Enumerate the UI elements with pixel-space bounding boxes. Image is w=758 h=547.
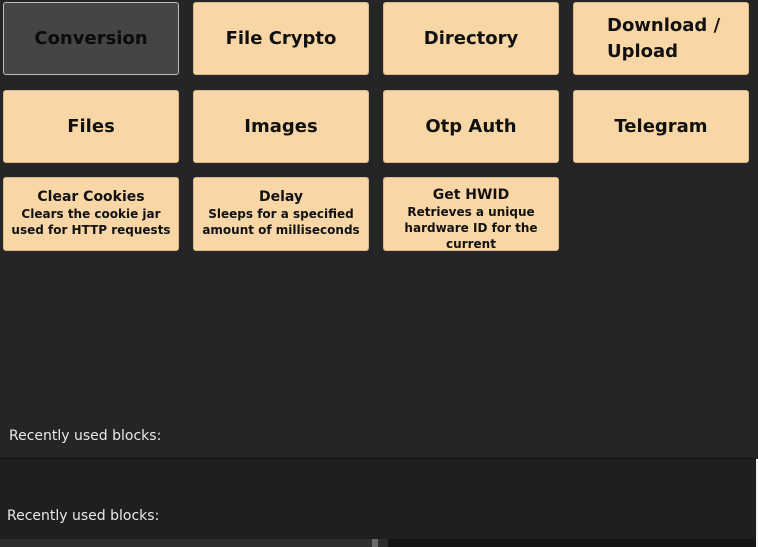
block-selector-window: Conversion File Crypto Directory Downloa… [0,0,758,547]
block-get-hwid[interactable]: Get HWID Retrieves a unique hardware ID … [383,177,559,251]
recently-used-panel [0,459,756,539]
block-clear-cookies[interactable]: Clear Cookies Clears the cookie jar used… [3,177,179,251]
block-description: Retrieves a unique hardware ID for the c… [404,205,538,251]
category-label: Telegram [614,115,708,137]
block-title: Get HWID [432,187,510,203]
category-file-crypto-button[interactable]: File Crypto [193,2,369,75]
category-label: Images [244,115,318,137]
category-files-button[interactable]: Files [3,90,179,163]
category-download-upload-button[interactable]: Download / Upload [573,2,749,75]
category-label: Download / Upload [607,14,721,62]
category-directory-button[interactable]: Directory [383,2,559,75]
recently-used-label: Recently used blocks: [7,508,160,524]
block-title: Clear Cookies [37,189,145,205]
bottom-scroll-track-left [0,539,372,547]
category-label: Files [67,115,115,137]
block-description: Clears the cookie jar used for HTTP requ… [11,207,171,237]
bottom-scroll-track-right [388,539,756,547]
block-delay[interactable]: Delay Sleeps for a specified amount of m… [193,177,369,251]
category-otp-auth-button[interactable]: Otp Auth [383,90,559,163]
recently-used-label: Recently used blocks: [9,428,162,444]
block-title: Delay [258,189,304,205]
category-images-button[interactable]: Images [193,90,369,163]
block-description: Sleeps for a specified amount of millise… [202,207,360,237]
category-label: Conversion [34,27,148,49]
category-label: Otp Auth [425,115,517,137]
scrollbar-thumb[interactable] [372,539,378,547]
category-telegram-button[interactable]: Telegram [573,90,749,163]
category-conversion-button[interactable]: Conversion [3,2,179,75]
category-label: Directory [423,27,519,49]
category-label: File Crypto [225,27,337,49]
